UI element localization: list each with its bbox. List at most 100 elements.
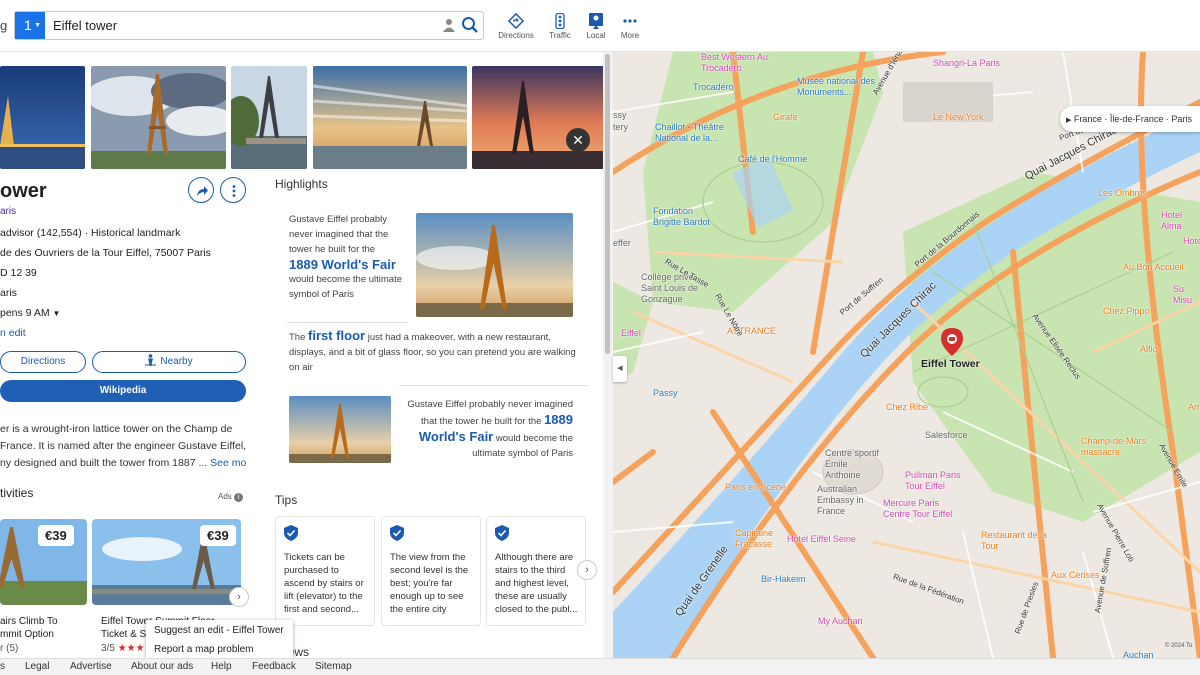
collapse-panel-button[interactable]: ◀ [613,356,627,382]
highlight-3-text: Gustave Eiffel probably never imagined t… [407,399,573,459]
map-poi-label[interactable]: Salesforce [925,430,985,441]
place-details-panel: ✕ ower aris advisor (142,554) · Historic… [0,52,613,658]
map-breadcrumb[interactable]: ▶ France · Île-de-France · Paris [1060,106,1200,132]
directions-tool[interactable]: Directions [493,13,539,40]
activity-1-rating: r (5) [0,643,19,654]
footer-link-advertise[interactable]: Advertise [70,661,112,672]
map-poi-label[interactable]: Chaillot - Théâtre National de la... [655,122,735,144]
person-icon[interactable] [443,18,455,32]
map-poi-label[interactable]: Arna [1188,402,1200,413]
map-poi-label[interactable]: Aux Cerises [1051,570,1121,581]
activity-1-title-line1[interactable]: airs Climb To [0,616,58,627]
nearby-button[interactable]: Nearby [92,351,246,373]
suggest-edit-link[interactable]: n edit [0,327,26,339]
map-poi-label[interactable]: Le New York [933,112,1003,123]
activity-card-1-image[interactable]: €39 [0,519,87,605]
vertical-dots-icon [232,185,236,197]
close-photos-button[interactable]: ✕ [566,128,590,152]
photo-tower-bridge[interactable] [231,66,307,169]
tip-card-2[interactable]: The view from the second level is the be… [381,516,481,626]
map-poi-label[interactable]: Hotel [1183,236,1200,247]
highlight-3-image[interactable] [289,396,391,463]
footer-link-help[interactable]: Help [211,661,232,672]
map-poi-label[interactable]: Mercure Paris Centre Tour Eiffel [883,498,953,520]
truncated-logo-text: g [0,18,8,33]
map-poi-label[interactable]: Chez Ribe [886,402,936,413]
share-icon [197,186,208,196]
photo-tower-clouds[interactable] [91,66,226,169]
scrollbar-thumb[interactable] [605,54,610,354]
tip-card-1[interactable]: Tickets can be purchased to ascend by st… [275,516,375,626]
map-poi-label[interactable]: Centre sportif Emile Anthoine [825,448,885,481]
map-poi-label[interactable]: Hotel Alma [1161,210,1200,232]
map-poi-label[interactable]: Auchan [1123,650,1163,658]
divider [287,322,408,323]
map-poi-label[interactable]: Best Western Au Trocadéro [701,52,779,74]
map-poi-label[interactable]: Alfio [1140,344,1170,355]
tip-card-3[interactable]: Although there are stairs to the third a… [486,516,586,626]
activity-card-2-image[interactable]: €39 [92,519,241,605]
map-poi-label[interactable]: My Auchan [818,616,878,627]
map-canvas[interactable]: Eiffel Tower Best Western Au Trocadéro Tr… [613,52,1200,658]
activities-next-button[interactable]: › [229,587,249,607]
ads-label[interactable]: Ads i [218,492,244,502]
map-poi-label[interactable]: effer [613,238,643,249]
activity-1-title-line2[interactable]: mmit Option [0,629,54,640]
place-subtype-link[interactable]: aris [0,206,16,217]
map-poi-label[interactable]: Champ-de-Mars massacre [1081,436,1151,458]
activity-2-title-line2[interactable]: Ticket & S [101,629,146,640]
phone-number[interactable]: D 12 39 [0,267,37,279]
footer: s Legal Advertise About our ads Help Fee… [0,658,1200,675]
map-poi-label[interactable]: Café de l'Homme [738,154,818,165]
photo-tower-sky-streaks[interactable] [313,66,467,169]
search-number-dropdown[interactable]: 1 ▼ [15,12,45,39]
map-poi-label[interactable]: Bir-Hakeim [761,574,811,585]
footer-link-about-ads[interactable]: About our ads [131,661,193,672]
map-poi-label[interactable]: Fondation Brigitte Bardot [653,206,723,228]
panel-scrollbar[interactable] [603,52,613,658]
chevron-left-icon: ◀ [617,365,623,372]
map-poi-label[interactable]: Restaurant de la Tour [981,530,1061,552]
tips-next-button[interactable]: › [577,560,597,580]
footer-link[interactable]: s [0,661,5,672]
map-poi-label[interactable]: Trocadéro [693,82,743,93]
photo-tower-night[interactable] [0,66,85,169]
footer-link-sitemap[interactable]: Sitemap [315,661,352,672]
map-poi-label[interactable]: Eiffel [621,328,661,339]
suggest-edit-menu-item[interactable]: Suggest an edit - Eiffel Tower [154,625,284,636]
map-poi-label[interactable]: Shangri-La Paris [933,58,1003,69]
map-poi-label[interactable]: ssy [613,110,643,121]
map-poi-label[interactable]: Passy [653,388,683,399]
share-button[interactable] [188,177,214,203]
search-box[interactable]: 1 ▼ [14,11,484,40]
map-poi-label[interactable]: Au Bon Accueil [1123,262,1193,273]
directions-button[interactable]: Directions [0,351,86,373]
top-bar: g 1▼ Directions Traffic Local More [0,0,1200,52]
search-input[interactable] [53,15,433,36]
map-poi-label[interactable]: Les Ombres [1098,188,1158,199]
map-poi-label[interactable]: Girafe [773,112,813,123]
highlight-1-image[interactable] [416,213,573,317]
map-poi-label[interactable]: Pullman Paris Tour Eiffel [905,470,975,492]
map-poi-label[interactable]: tery [613,122,643,133]
highlight-2-text: The first floor just had a makeover, wit… [289,328,576,373]
see-more-link[interactable]: See more [210,457,246,469]
photo-tower-sunset[interactable] [472,66,604,169]
map-marker-label[interactable]: Eiffel Tower [921,358,980,370]
map-poi-label[interactable]: Capitaine Fracasse [735,528,785,550]
opening-hours[interactable]: pens 9 AM ▼ [0,307,60,319]
map-pin-icon[interactable] [941,328,963,356]
map-poi-label[interactable]: Hotel Eiffel Seine [787,534,867,545]
map-poi-label[interactable]: Australian Embassy in France [817,484,877,517]
wikipedia-button[interactable]: Wikipedia [0,380,246,402]
map-poi-label[interactable]: Paris en Scène [725,482,795,493]
footer-link-feedback[interactable]: Feedback [252,661,296,672]
search-icon[interactable] [461,16,479,34]
place-description: er is a wrought-iron lattice tower on th… [0,421,246,472]
more-tool[interactable]: More [607,13,653,40]
report-problem-menu-item[interactable]: Report a map problem [154,644,254,655]
footer-link-legal[interactable]: Legal [25,661,49,672]
map-poi-label[interactable]: Chez Pippo [1103,306,1163,317]
more-options-button[interactable] [220,177,246,203]
map-poi-label[interactable]: Su Misu [1173,284,1200,306]
